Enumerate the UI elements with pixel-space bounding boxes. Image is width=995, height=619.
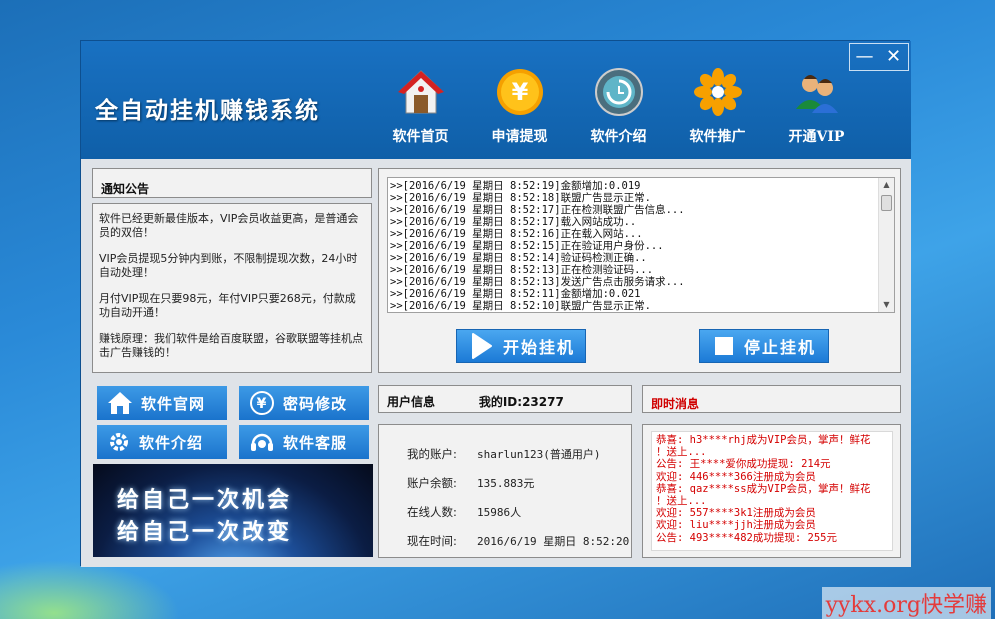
headset-icon: [251, 433, 273, 451]
user-info-title: 用户信息: [387, 395, 436, 409]
customer-service-button[interactable]: 软件客服: [239, 425, 369, 459]
log-scrollbar[interactable]: ▲ ▼: [878, 178, 894, 312]
info-value: 2016/6/19 星期日 8:52:20: [477, 534, 630, 548]
log-textbox[interactable]: >>[2016/6/19 星期日 8:52:19]金额增加:0.019 >>[2…: [387, 177, 895, 313]
log-line: >>[2016/6/19 星期日 8:52:14]验证码检测正确..: [390, 252, 647, 264]
info-value: 135.883元: [477, 476, 535, 490]
info-label: 现在时间:: [407, 533, 457, 548]
start-button[interactable]: 开始挂机: [456, 329, 586, 363]
nav-promote[interactable]: 软件推广: [668, 67, 767, 146]
user-id: 我的ID:23277: [478, 395, 564, 409]
svg-text:¥: ¥: [257, 396, 268, 412]
messages-header: 即时消息: [642, 385, 901, 413]
official-site-button[interactable]: 软件官网: [97, 386, 227, 420]
log-line: >>[2016/6/19 星期日 8:52:17]正在检测联盟广告信息...: [390, 204, 685, 216]
log-line: >>[2016/6/19 星期日 8:52:17]载入网站成功..: [390, 216, 637, 228]
top-nav: 软件首页 ¥ 申请提现 软件介绍 软件推广 开通VIP: [371, 67, 866, 146]
change-password-button[interactable]: ¥ 密码修改: [239, 386, 369, 420]
refresh-clock-icon: [594, 67, 644, 117]
notice-paragraph: VIP会员提现5分钟内到账，不限制提现次数，24小时自动处理！: [99, 252, 358, 279]
info-label: 我的账户:: [407, 446, 457, 461]
main-content: 通知公告 软件已经更新最佳版本，VIP会员收益更高，是普通会员的双倍！ VIP会…: [81, 159, 911, 567]
info-value: 15986人: [477, 505, 522, 519]
message-line: 欢迎: 557****3k1注册成为会员: [656, 507, 816, 520]
yen-icon: ¥: [250, 391, 274, 415]
notice-paragraph: 月付VIP现在只要98元，年付VIP只要268元，付款成功自动开通！: [99, 292, 356, 319]
flower-icon: [693, 67, 743, 117]
log-lines: >>[2016/6/19 星期日 8:52:19]金额增加:0.019 >>[2…: [388, 178, 894, 312]
official-site-label: 软件官网: [141, 394, 206, 413]
app-window: 全自动挂机赚钱系统 软件首页 ¥ 申请提现 软件介绍 软件推广 开通VIP — …: [80, 40, 911, 567]
header-bar: 全自动挂机赚钱系统 软件首页 ¥ 申请提现 软件介绍 软件推广 开通VIP — …: [81, 41, 911, 159]
home-icon: [396, 67, 446, 117]
window-controls: — ✕: [849, 43, 909, 71]
log-panel: >>[2016/6/19 星期日 8:52:19]金额增加:0.019 >>[2…: [378, 168, 901, 373]
close-button[interactable]: ✕: [879, 44, 908, 70]
desktop-wallpaper-glow: [0, 560, 180, 619]
svg-text:¥: ¥: [511, 78, 528, 106]
info-row-time: 现在时间: 2016/6/19 星期日 8:52:20: [407, 526, 631, 555]
message-line: 欢迎: liu****jjh注册成为会员: [656, 519, 816, 532]
change-password-label: 密码修改: [283, 394, 348, 413]
app-title: 全自动挂机赚钱系统: [95, 97, 320, 124]
messages-body: 恭喜: h3****rhj成为VIP会员，掌声！鲜花 ！送上... 公告: 王*…: [642, 424, 901, 558]
log-line: >>[2016/6/19 星期日 8:52:19]金额增加:0.019: [390, 180, 641, 192]
info-row-account: 我的账户: sharlun123(普通用户): [407, 439, 631, 468]
scroll-down-arrow[interactable]: ▼: [879, 298, 894, 312]
message-line: 欢迎: 446****366注册成为会员: [656, 470, 816, 483]
info-value: sharlun123(普通用户): [477, 447, 601, 461]
info-label: 在线人数:: [407, 504, 457, 519]
log-line: >>[2016/6/19 星期日 8:52:15]正在验证用户身份...: [390, 240, 664, 252]
message-line: 公告: 王****爱你成功提现: 214元: [656, 458, 831, 471]
banner-line-2: 给自己一次改变: [117, 519, 293, 545]
nav-home[interactable]: 软件首页: [371, 67, 470, 146]
banner-line-1: 给自己一次机会: [117, 487, 293, 513]
users-icon: [792, 67, 842, 117]
site-watermark: yykx.org快学赚: [821, 587, 991, 619]
home-icon: [108, 392, 132, 414]
message-line: ！送上...: [656, 495, 707, 508]
messages-list[interactable]: 恭喜: h3****rhj成为VIP会员，掌声！鲜花 ！送上... 公告: 王*…: [651, 431, 893, 551]
nav-vip[interactable]: 开通VIP: [767, 67, 866, 146]
notice-paragraph: 赚钱原理：我们软件是给百度联盟，谷歌联盟等挂机点击广告赚钱的！: [99, 332, 363, 359]
user-info-header: 用户信息 我的ID:23277: [378, 385, 632, 413]
customer-service-label: 软件客服: [283, 433, 348, 452]
software-intro-label: 软件介绍: [139, 433, 204, 452]
messages-title: 即时消息: [651, 397, 700, 411]
message-line: 恭喜: h3****rhj成为VIP会员，掌声！鲜花: [656, 434, 871, 446]
nav-intro[interactable]: 软件介绍: [569, 67, 668, 146]
stop-button-label: 停止挂机: [744, 338, 817, 357]
log-line: >>[2016/6/19 星期日 8:52:18]联盟广告显示正常.: [390, 192, 651, 204]
log-line: >>[2016/6/19 星期日 8:52:11]金额增加:0.021: [390, 288, 641, 300]
info-row-balance: 账户余额: 135.883元: [407, 468, 631, 497]
stop-icon: [715, 337, 733, 355]
software-intro-button[interactable]: 软件介绍: [97, 425, 227, 459]
start-button-label: 开始挂机: [503, 338, 576, 357]
scroll-thumb[interactable]: [881, 195, 892, 211]
notice-paragraph: 软件已经更新最佳版本，VIP会员收益更高，是普通会员的双倍！: [99, 212, 359, 239]
promo-banner[interactable]: 给自己一次机会 给自己一次改变: [93, 464, 373, 557]
stop-button[interactable]: 停止挂机: [699, 329, 829, 363]
log-line: >>[2016/6/19 星期日 8:52:16]正在载入网站...: [390, 228, 643, 240]
notice-header: 通知公告: [92, 168, 372, 198]
play-icon: [472, 333, 492, 359]
message-line: 恭喜: qaz****ss成为VIP会员，掌声！鲜花: [656, 482, 871, 495]
notice-title: 通知公告: [101, 182, 150, 196]
nav-withdraw[interactable]: ¥ 申请提现: [470, 67, 569, 146]
notice-body: 软件已经更新最佳版本，VIP会员收益更高，是普通会员的双倍！ VIP会员提现5分…: [92, 203, 372, 373]
log-line: >>[2016/6/19 星期日 8:52:13]正在检测验证码...: [390, 264, 654, 276]
log-line: >>[2016/6/19 星期日 8:52:10]联盟广告显示正常.: [390, 300, 651, 312]
info-label: 账户余额:: [407, 475, 457, 490]
scroll-up-arrow[interactable]: ▲: [879, 178, 894, 192]
log-line: >>[2016/6/19 星期日 8:52:13]发送广告点击服务请求...: [390, 276, 685, 288]
user-info-body: 我的账户: sharlun123(普通用户) 账户余额: 135.883元 在线…: [378, 424, 632, 558]
message-line: 公告: 493****482成功提现: 255元: [656, 531, 837, 544]
minimize-button[interactable]: —: [850, 44, 879, 70]
gear-icon: [110, 433, 128, 451]
yen-coin-icon: ¥: [495, 67, 545, 117]
info-row-online: 在线人数: 15986人: [407, 497, 631, 526]
message-line: ！送上...: [656, 446, 707, 459]
